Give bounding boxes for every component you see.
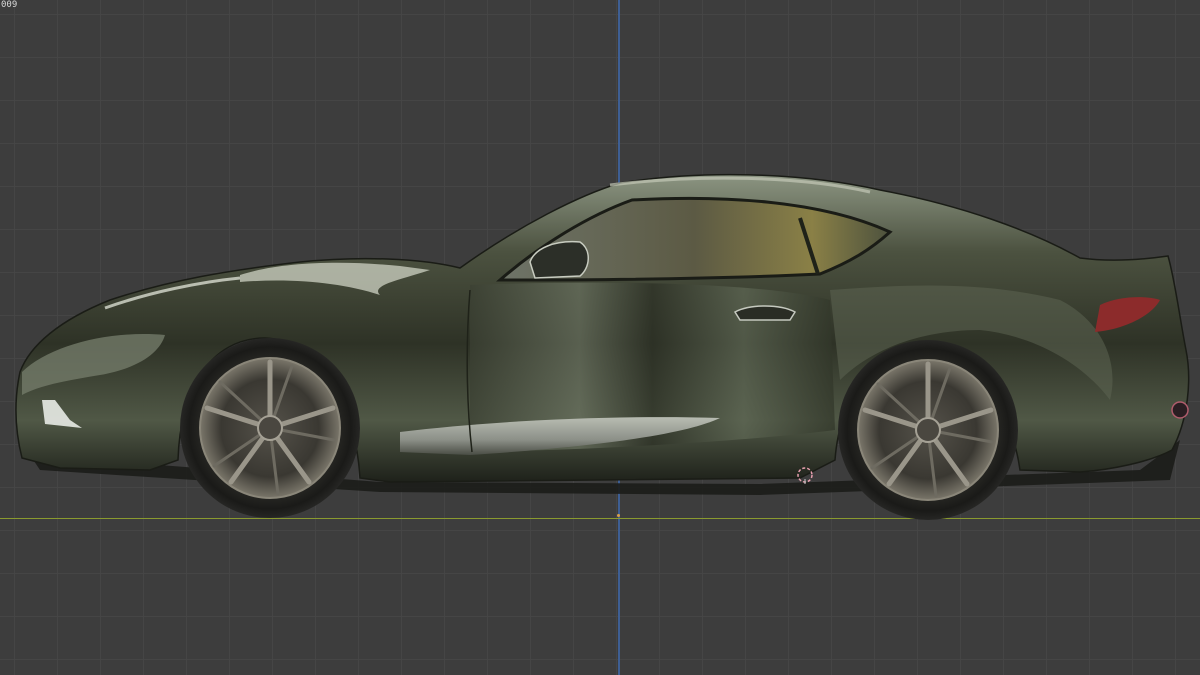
rear-wheel [838,340,1018,520]
origin-point [617,514,620,517]
3d-cursor-icon[interactable] [796,466,814,484]
3d-viewport[interactable]: 009 [0,0,1200,675]
front-wheel [180,338,360,518]
car-model[interactable] [0,0,1200,675]
